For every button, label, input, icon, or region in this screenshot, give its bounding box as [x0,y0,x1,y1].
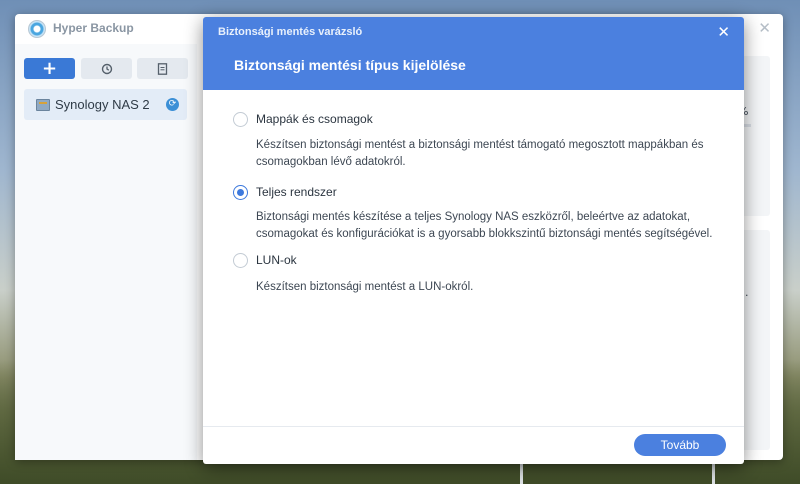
close-icon[interactable]: ✕ [717,23,730,41]
option-description: Készítsen biztonsági mentést a biztonság… [256,139,704,168]
sync-icon: ⟳ [166,98,179,111]
option-description: Készítsen biztonsági mentést a LUN-okról… [256,281,474,293]
option-label: Teljes rendszer [256,185,337,199]
add-task-button[interactable]: + [24,58,75,79]
next-button[interactable]: Tovább [634,434,726,456]
backup-wizard-dialog: Biztonsági mentés varázsló ✕ Biztonsági … [203,17,744,464]
restore-button[interactable] [81,58,132,79]
task-label: Synology NAS 2 [55,97,150,112]
task-list-item[interactable]: Synology NAS 2 ⟳ [24,89,187,120]
task-detail-panel-lower [740,230,770,450]
plus-icon: + [41,58,58,79]
wizard-window-title: Biztonsági mentés varázsló [218,26,363,38]
app-title: Hyper Backup [53,21,134,35]
wizard-step-heading: Biztonsági mentési típus kijelölése [234,57,466,73]
task-detail-panel [740,56,770,216]
radio-luns[interactable] [233,253,248,268]
option-label: Mappák és csomagok [256,112,373,126]
log-button[interactable] [137,58,188,79]
option-description: Biztonsági mentés készítése a teljes Syn… [256,211,713,240]
wizard-header: Biztonsági mentés varázsló ✕ Biztonsági … [203,17,744,90]
option-label: LUN-ok [256,253,297,267]
document-icon [157,62,168,75]
nas-icon [36,99,50,111]
history-icon [101,63,112,74]
radio-entire-system[interactable] [233,185,248,200]
window-close-icon[interactable]: ✕ [758,19,771,37]
radio-folders-packages[interactable] [233,112,248,127]
footer-divider [203,426,744,427]
hyper-backup-logo-icon [28,20,46,38]
